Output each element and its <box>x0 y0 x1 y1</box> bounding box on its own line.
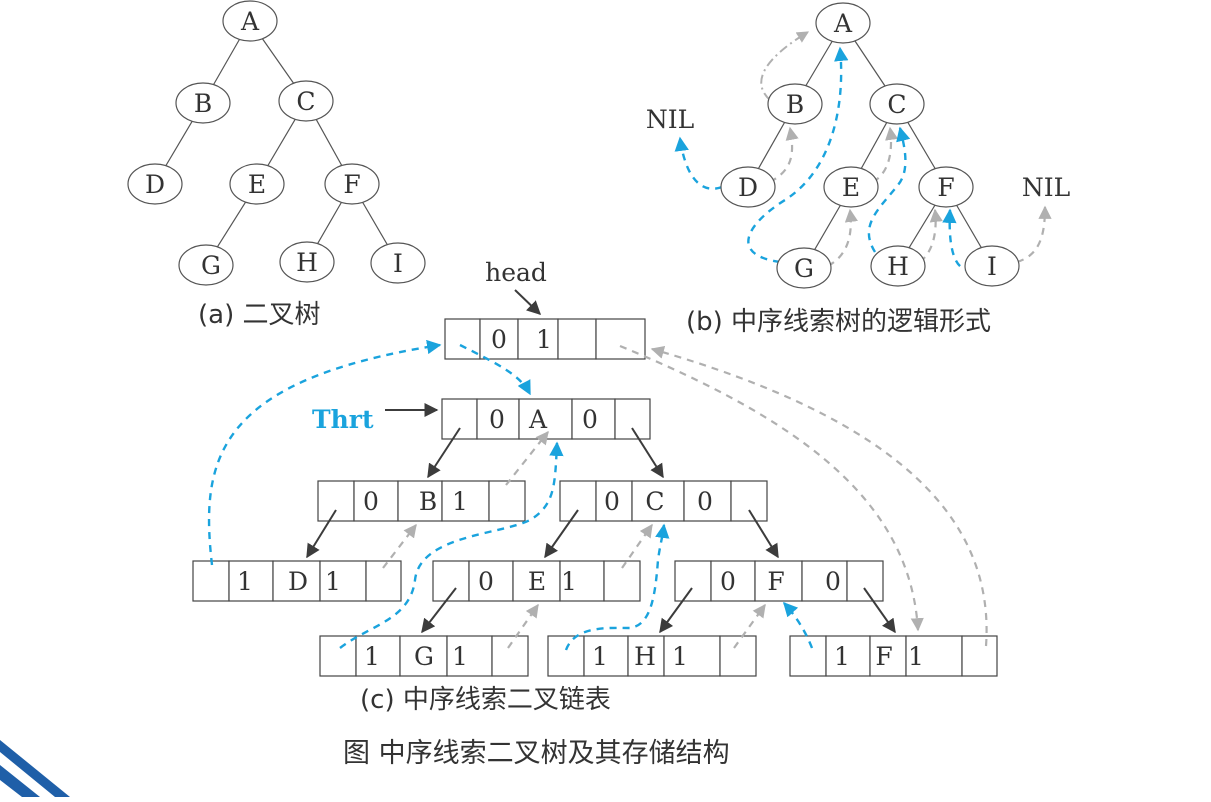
tree-a-node-h: H <box>279 241 335 283</box>
svg-text:C: C <box>296 87 315 116</box>
list-node-f: 0 F 0 <box>674 560 884 602</box>
svg-text:0: 0 <box>720 567 736 596</box>
thread-i-to-nil <box>1016 205 1052 264</box>
svg-text:1: 1 <box>452 487 468 516</box>
list-thread-b-to-a <box>505 430 549 486</box>
svg-text:A: A <box>528 405 548 434</box>
svg-text:H: H <box>887 252 909 281</box>
list-node-d: 1 D 1 <box>192 560 402 602</box>
figure: A B C D E F G H I (a) 二叉树 A B C D E F G … <box>0 0 1211 797</box>
tree-a-node-a: A <box>222 0 278 42</box>
tree-a-node-e: E <box>229 163 285 205</box>
svg-text:F: F <box>937 173 954 202</box>
svg-text:1: 1 <box>325 567 341 596</box>
nil-label-right: NIL <box>1022 173 1070 202</box>
svg-text:C: C <box>887 90 906 119</box>
svg-text:D: D <box>288 567 308 596</box>
svg-text:D: D <box>738 173 758 202</box>
svg-text:E: E <box>842 173 860 202</box>
tree-b: A B C D E F G H I NIL NIL (b) 中序线索树的逻辑形式 <box>646 2 1070 337</box>
svg-text:B: B <box>194 89 212 118</box>
thread-g-to-e <box>827 208 858 267</box>
nil-label-left: NIL <box>646 105 694 134</box>
svg-text:1: 1 <box>834 642 850 671</box>
svg-text:1: 1 <box>536 325 552 354</box>
tree-b-node-b: B <box>767 83 823 125</box>
svg-text:1: 1 <box>561 567 577 596</box>
tree-a-node-i: I <box>370 242 426 284</box>
svg-text:1: 1 <box>672 642 688 671</box>
thrt-label: Thrt <box>312 405 374 434</box>
svg-text:0: 0 <box>489 405 505 434</box>
svg-text:0: 0 <box>604 487 620 516</box>
svg-text:1: 1 <box>908 642 924 671</box>
svg-text:F: F <box>767 567 784 596</box>
svg-text:G: G <box>201 251 221 280</box>
svg-text:G: G <box>414 642 434 671</box>
figure-caption: 图 中序线索二叉树及其存储结构 <box>343 738 730 769</box>
svg-text:1: 1 <box>592 642 608 671</box>
svg-text:0: 0 <box>582 405 598 434</box>
list-node-h: 1 H 1 <box>547 635 757 677</box>
tree-a-node-d: D <box>127 163 183 205</box>
tree-b-caption: (b) 中序线索树的逻辑形式 <box>686 307 991 337</box>
list-node-c: 0 C 0 <box>559 480 768 522</box>
svg-text:E: E <box>528 567 546 596</box>
svg-text:0: 0 <box>825 567 841 596</box>
diagram-canvas: A B C D E F G H I (a) 二叉树 A B C D E F G … <box>0 0 1070 797</box>
svg-text:I: I <box>987 252 997 281</box>
list-node-i: 1 F 1 <box>789 635 998 677</box>
tree-b-node-h: H <box>870 245 926 287</box>
tree-a-caption: (a) 二叉树 <box>198 300 321 330</box>
svg-text:H: H <box>296 248 318 277</box>
list-node-e: 0 E 1 <box>432 560 641 602</box>
svg-text:F: F <box>875 642 892 671</box>
svg-text:0: 0 <box>697 487 713 516</box>
list-thread-d-to-head <box>207 339 442 566</box>
tree-a: A B C D E F G H I (a) 二叉树 <box>127 0 426 330</box>
svg-text:1: 1 <box>452 642 468 671</box>
svg-text:A: A <box>833 9 853 38</box>
thread-d-to-nil <box>674 136 723 190</box>
svg-text:1: 1 <box>364 642 380 671</box>
corner-stripes-decoration <box>0 740 70 797</box>
tree-b-node-c: C <box>869 83 925 125</box>
list-node-g: 1 G 1 <box>319 635 529 677</box>
tree-b-node-a: A <box>815 2 871 44</box>
svg-text:F: F <box>343 170 360 199</box>
thread-d-to-b <box>769 126 799 183</box>
tree-b-node-d: D <box>720 166 776 208</box>
tree-b-node-f: F <box>918 166 974 208</box>
thread-e-to-c <box>872 126 899 183</box>
tree-a-node-g: G <box>178 244 234 286</box>
svg-text:0: 0 <box>491 325 507 354</box>
tree-a-node-f: F <box>324 163 380 205</box>
linked-list-caption: (c) 中序线索二叉链表 <box>360 685 611 715</box>
head-label: head <box>485 258 547 287</box>
svg-text:0: 0 <box>363 487 379 516</box>
svg-text:E: E <box>248 170 266 199</box>
svg-text:I: I <box>393 249 403 278</box>
svg-text:B: B <box>786 90 804 119</box>
tree-b-node-e: E <box>823 166 879 208</box>
list-node-b: 0 B 1 <box>317 480 526 522</box>
svg-text:A: A <box>240 7 260 36</box>
svg-text:0: 0 <box>478 567 494 596</box>
svg-text:G: G <box>794 254 814 283</box>
svg-text:1: 1 <box>237 567 253 596</box>
tree-a-node-c: C <box>278 80 334 122</box>
list-thread-g-to-a <box>339 441 564 649</box>
svg-text:C: C <box>645 487 664 516</box>
svg-text:D: D <box>145 170 165 199</box>
tree-b-node-g: G <box>776 247 832 289</box>
svg-text:H: H <box>634 642 656 671</box>
tree-a-node-b: B <box>175 82 231 124</box>
svg-text:B: B <box>419 487 437 516</box>
tree-b-node-i: I <box>964 245 1020 287</box>
